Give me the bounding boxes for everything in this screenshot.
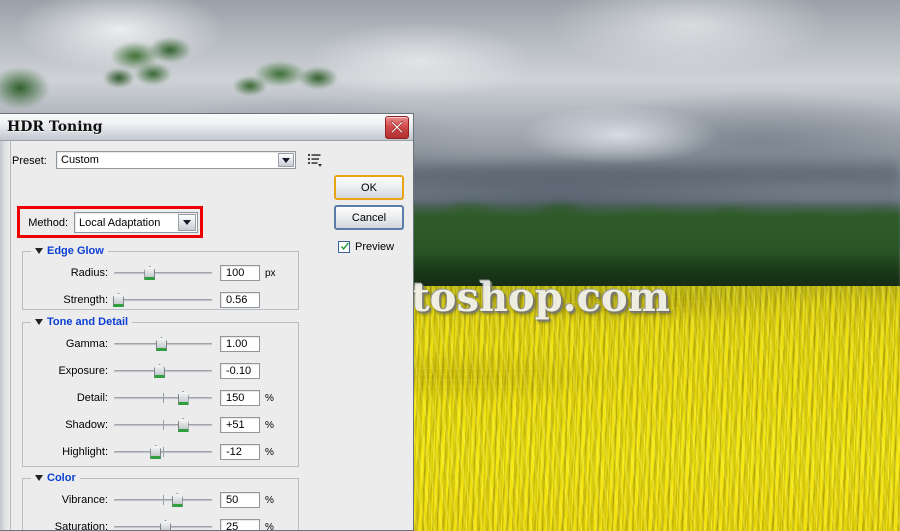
chevron-down-icon[interactable]	[278, 153, 294, 167]
slider-value-input[interactable]: 100	[220, 265, 260, 281]
group-title-label: Edge Glow	[47, 245, 104, 257]
slider-row-shadow: Shadow: +51%	[30, 416, 274, 434]
slider-value-input[interactable]: 0.56	[220, 292, 260, 308]
slider-row-highlight: Highlight: -12%	[30, 443, 274, 461]
foreground-tree-right	[228, 52, 348, 114]
slider-center-tick	[163, 393, 164, 403]
slider-center-tick	[163, 495, 164, 505]
group-title-toggle[interactable]: Edge Glow	[31, 245, 108, 257]
slider-value-input[interactable]: 1.00	[220, 336, 260, 352]
slider-row-strength: Strength: 0.56	[30, 291, 260, 309]
slider-bar	[114, 272, 212, 275]
slider-track[interactable]	[114, 445, 212, 459]
slider-row-gamma: Gamma: 1.00	[30, 335, 260, 353]
method-label: Method:	[28, 217, 68, 229]
slider-row-exposure: Exposure: -0.10	[30, 362, 260, 380]
preset-row: Preset: Custom	[10, 151, 323, 171]
slider-center-tick	[163, 420, 164, 430]
slider-label: Vibrance:	[61, 494, 108, 506]
ok-button[interactable]: OK	[334, 175, 404, 200]
dialog-titlebar: HDR Toning	[0, 114, 413, 141]
group-title-label: Tone and Detail	[47, 316, 129, 328]
slider-track[interactable]	[114, 493, 212, 507]
slider-label: Exposure:	[58, 365, 108, 377]
preset-value: Custom	[61, 154, 99, 166]
slider-unit-label: %	[265, 521, 274, 531]
slider-center-tick	[163, 447, 164, 457]
slider-value-input[interactable]: -12	[220, 444, 260, 460]
slider-unit-label: %	[265, 419, 274, 431]
preset-label: Preset:	[12, 155, 47, 167]
preview-checkbox[interactable]	[338, 241, 350, 253]
slider-row-detail: Detail: 150%	[30, 389, 274, 407]
preview-label: Preview	[355, 241, 395, 253]
slider-label: Detail:	[76, 392, 108, 404]
slider-value-input[interactable]: -0.10	[220, 363, 260, 379]
chevron-down-icon[interactable]	[178, 214, 196, 231]
triangle-down-icon[interactable]	[35, 248, 43, 254]
slider-track[interactable]	[114, 418, 212, 432]
slider-thumb[interactable]	[171, 493, 183, 507]
slider-track[interactable]	[112, 293, 212, 307]
dialog-title: HDR Toning	[7, 119, 103, 135]
slider-track[interactable]	[114, 337, 212, 351]
dialog-left-gutter	[0, 141, 11, 530]
group-title-label: Color	[47, 472, 76, 484]
slider-label: Highlight:	[62, 446, 108, 458]
slider-label: Radius:	[70, 267, 108, 279]
slider-thumb[interactable]	[144, 266, 156, 280]
cancel-button[interactable]: Cancel	[334, 205, 404, 230]
method-value: Local Adaptation	[79, 216, 161, 229]
slider-unit-label: px	[265, 267, 276, 279]
slider-value-input[interactable]: +51	[220, 417, 260, 433]
slider-track[interactable]	[114, 266, 212, 280]
slider-track[interactable]	[114, 391, 212, 405]
slider-label: Saturation:	[54, 521, 108, 531]
slider-thumb[interactable]	[156, 337, 168, 351]
close-icon[interactable]	[385, 116, 409, 139]
slider-value-input[interactable]: 25	[220, 519, 260, 530]
slider-unit-label: %	[265, 392, 274, 404]
slider-row-saturation: Saturation: 25%	[30, 518, 274, 531]
slider-thumb[interactable]	[112, 293, 124, 307]
slider-unit-label: %	[265, 446, 274, 458]
left-edge-foliage	[0, 58, 70, 118]
group-title-toggle[interactable]: Tone and Detail	[31, 316, 133, 328]
dialog-body: Preset: Custom Method: Local Adaptation …	[0, 141, 413, 531]
slider-thumb[interactable]	[150, 445, 162, 459]
triangle-down-icon[interactable]	[35, 319, 43, 325]
slider-thumb[interactable]	[177, 418, 189, 432]
slider-row-vibrance: Vibrance: 50%	[30, 491, 274, 509]
slider-label: Strength:	[63, 294, 108, 306]
slider-track[interactable]	[114, 520, 212, 530]
slider-unit-label: %	[265, 494, 274, 506]
preview-checkbox-row[interactable]: Preview	[338, 241, 394, 253]
method-row: Method: Local Adaptation	[24, 212, 200, 233]
slider-row-radius: Radius: 100 px	[30, 264, 276, 282]
slider-track[interactable]	[114, 364, 212, 378]
preset-dropdown[interactable]: Custom	[56, 151, 296, 169]
slider-value-input[interactable]: 50	[220, 492, 260, 508]
foreground-tree-left	[95, 30, 215, 110]
triangle-down-icon[interactable]	[35, 475, 43, 481]
slider-value-input[interactable]: 150	[220, 390, 260, 406]
slider-label: Gamma:	[65, 338, 108, 350]
method-dropdown[interactable]: Local Adaptation	[74, 212, 198, 233]
slider-thumb[interactable]	[177, 391, 189, 405]
hdr-toning-dialog: HDR Toning Preset: Custom Method: Local …	[0, 113, 414, 531]
slider-label: Shadow:	[65, 419, 108, 431]
group-title-toggle[interactable]: Color	[31, 472, 80, 484]
slider-bar	[114, 299, 212, 302]
slider-thumb[interactable]	[159, 520, 171, 530]
preset-options-icon[interactable]	[307, 152, 323, 168]
